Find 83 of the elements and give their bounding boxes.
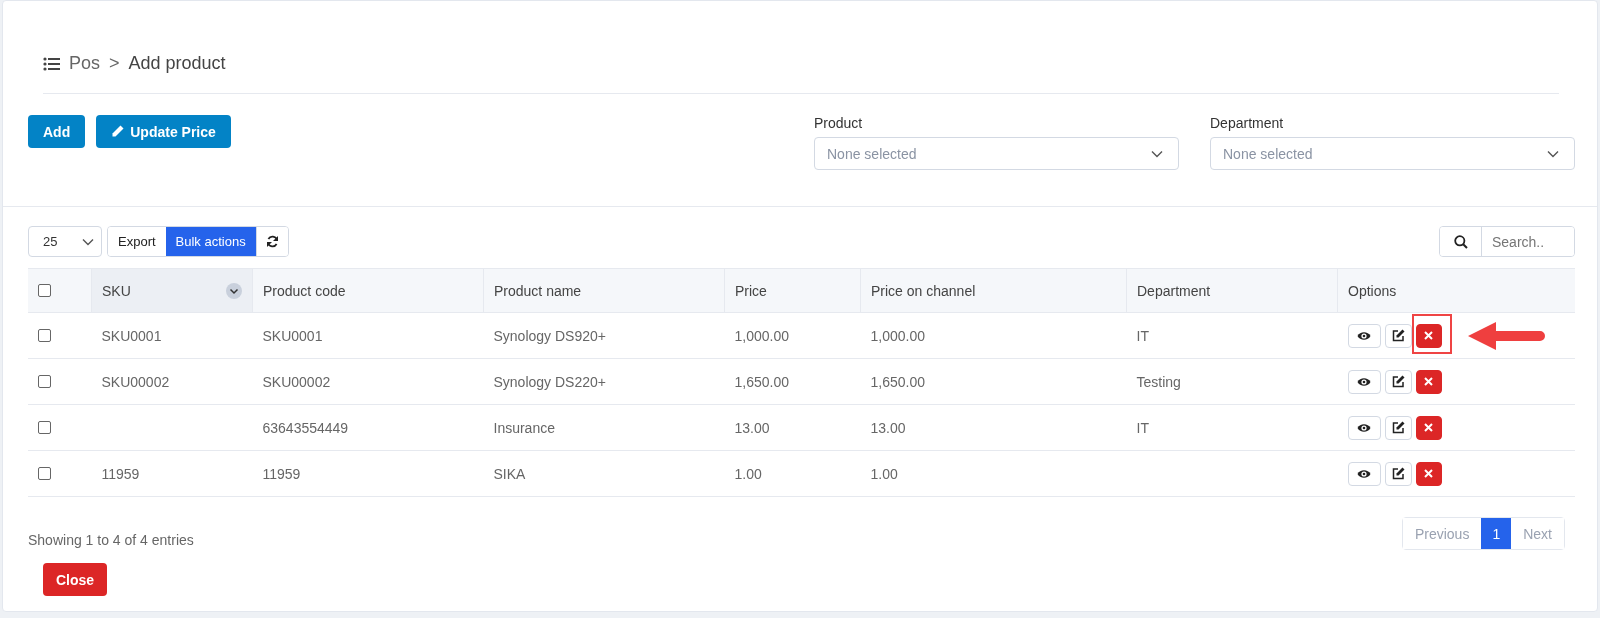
column-header[interactable]: Department [1137,282,1211,299]
caret-icon [1151,149,1163,158]
column-header[interactable]: Product code [263,282,346,299]
refresh-icon [265,235,279,248]
pagination-button[interactable]: 1 [1481,518,1512,549]
edit-icon [1391,375,1405,388]
eye-icon [1357,422,1371,433]
eye-icon [1357,330,1371,341]
table-cell: 11959 [262,465,301,482]
table-cell: IT [1136,327,1149,344]
search-field[interactable]: Search.. [1439,226,1575,257]
table-cell: Insurance [493,419,555,436]
delete-button[interactable] [1415,415,1442,440]
column-header[interactable]: Price [735,282,767,299]
eye-icon [1357,468,1371,479]
search-button[interactable] [1440,227,1482,256]
view-button[interactable] [1347,461,1381,486]
eye-icon [1357,376,1371,387]
breadcrumb-link[interactable]: Pos [69,53,101,74]
edit-icon [1391,421,1405,434]
page-size-select[interactable]: 25 [28,226,102,257]
caret-icon [1547,149,1559,158]
sort-icon[interactable] [226,282,242,299]
table-cell: 13.00 [870,419,906,436]
close-icon [1424,423,1433,432]
pencil-icon [111,125,125,138]
close-icon [1424,331,1433,340]
table-cell: SKU0001 [101,327,162,344]
table-cell: 1,650.00 [734,373,789,390]
table-cell: 1,000.00 [870,327,925,344]
edit-button[interactable] [1384,369,1412,394]
row-checkbox[interactable] [38,375,51,388]
delete-button[interactable] [1415,323,1442,348]
table-cell: SKU00002 [101,373,170,390]
filter-dropdown[interactable]: None selected [814,137,1179,170]
row-checkbox[interactable] [38,467,51,480]
view-button[interactable] [1347,415,1381,440]
refresh-button[interactable] [255,227,288,256]
filter-dropdown[interactable]: None selected [1210,137,1575,170]
edit-button[interactable] [1384,461,1412,486]
edit-icon [1391,467,1405,480]
list-icon [43,56,60,71]
row-checkbox[interactable] [38,421,51,434]
edit-button[interactable] [1384,323,1412,348]
delete-button[interactable] [1415,369,1442,394]
select-all-checkbox[interactable] [38,284,51,297]
column-header[interactable]: Options [1348,282,1397,299]
table-cell: 1.00 [870,465,898,482]
filter-label: Product [814,115,864,131]
edit-button[interactable] [1384,415,1412,440]
view-button[interactable] [1347,369,1381,394]
filter-label: Department [1210,115,1285,131]
table-cell: 13.00 [734,419,770,436]
row-checkbox[interactable] [38,329,51,342]
table-cell: SKU0001 [262,327,323,344]
table-cell: SKU00002 [262,373,331,390]
close-icon [1424,469,1433,478]
close-button[interactable]: Close [43,563,108,596]
table-cell: 1,650.00 [870,373,925,390]
table-cell: 1.00 [734,465,762,482]
table-cell: 11959 [101,465,140,482]
search-icon [1453,234,1468,249]
column-header[interactable]: Product name [494,282,582,299]
table-cell: Testing [1136,373,1181,390]
page-title: Add product [128,53,226,74]
table-cell: IT [1136,419,1149,436]
delete-button[interactable] [1415,461,1442,486]
column-header[interactable]: Price on channel [871,282,976,299]
bulk-actions-button[interactable]: Bulk actions [165,227,256,256]
close-icon [1424,377,1433,386]
view-button[interactable] [1347,323,1381,348]
breadcrumb-separator: > [109,53,120,74]
table-cell: Synology DS220+ [493,373,606,390]
entries-info: Showing 1 to 4 of 4 entries [28,532,194,548]
table-cell: SIKA [493,465,526,482]
caret-icon [82,237,94,246]
column-header[interactable]: SKU [102,282,131,299]
add-button[interactable]: Add [28,115,86,148]
table-cell: 1,000.00 [734,327,789,344]
update-price-button[interactable]: Update Price [96,115,231,148]
table-cell: 63643554449 [262,419,349,436]
edit-icon [1391,329,1405,342]
table-cell: Synology DS920+ [493,327,606,344]
